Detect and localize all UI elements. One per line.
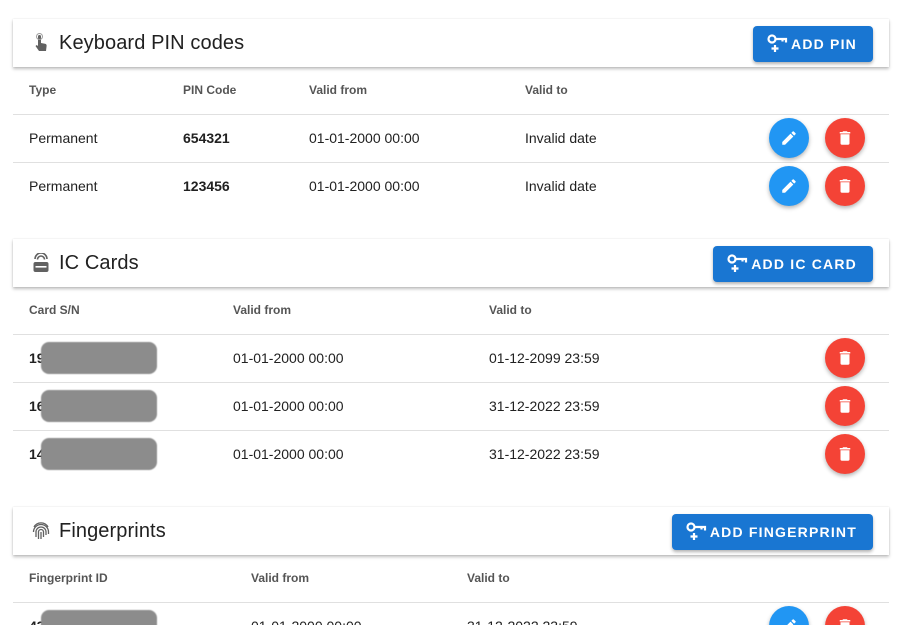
key-plus-icon bbox=[727, 253, 751, 276]
trash-icon bbox=[839, 351, 851, 365]
pin-codes-title: Keyboard PIN codes bbox=[59, 31, 245, 54]
trash-icon bbox=[839, 447, 851, 461]
pin-type: Permanent bbox=[13, 114, 167, 163]
delete-button[interactable] bbox=[825, 606, 865, 625]
trash-icon bbox=[839, 131, 851, 145]
row-actions bbox=[727, 334, 889, 383]
valid-from: 01-01-2000 00:00 bbox=[235, 602, 451, 625]
col-valid-from[interactable]: Valid from bbox=[293, 67, 509, 115]
col-actions bbox=[657, 67, 889, 115]
valid-from: 01-01-2000 00:00 bbox=[217, 382, 473, 431]
pin-codes-header: Keyboard PIN codes ADD PIN bbox=[13, 19, 889, 67]
pin-type: Permanent bbox=[29, 178, 98, 195]
add-fingerprint-button[interactable]: ADD FINGERPRINT bbox=[671, 514, 873, 550]
edit-button[interactable] bbox=[769, 166, 809, 207]
ic-cards-header: IC Cards ADD IC CARD bbox=[13, 239, 889, 287]
pencil-icon bbox=[782, 131, 796, 145]
row-actions bbox=[657, 114, 889, 163]
pin-code: 654321 bbox=[167, 114, 293, 163]
fingerprints-table: Fingerprint ID Valid from Valid to 43 01… bbox=[13, 555, 889, 625]
pencil-icon bbox=[782, 179, 796, 193]
redacted-overlay bbox=[40, 610, 157, 625]
row-actions bbox=[662, 602, 889, 625]
ic-cards-section: IC Cards ADD IC CARD Card S/N Valid from… bbox=[13, 239, 889, 478]
ic-cards-table: Card S/N Valid from Valid to 19 01-01-20… bbox=[13, 287, 889, 478]
col-actions bbox=[662, 555, 889, 603]
key-plus-icon bbox=[767, 33, 791, 56]
delete-button[interactable] bbox=[825, 338, 865, 378]
valid-to: 31-12-2022 23:59 bbox=[489, 446, 600, 463]
trash-icon bbox=[839, 399, 851, 413]
row-actions bbox=[727, 382, 889, 431]
add-pin-button[interactable]: ADD PIN bbox=[753, 26, 873, 62]
ic-cards-title: IC Cards bbox=[59, 251, 139, 274]
table-row: Permanent 654321 01-01-2000 00:00 Invali… bbox=[13, 114, 889, 163]
valid-to: 31-12-2022 23:59 bbox=[451, 602, 662, 625]
pencil-icon bbox=[787, 619, 796, 625]
card-sn: 14 bbox=[13, 430, 217, 478]
valid-from: 01-01-2000 00:00 bbox=[217, 334, 473, 383]
col-fingerprint-id[interactable]: Fingerprint ID bbox=[13, 555, 235, 603]
add-fingerprint-label: ADD FINGERPRINT bbox=[709, 524, 857, 540]
col-type[interactable]: Type bbox=[13, 67, 167, 115]
trash-icon bbox=[839, 179, 851, 193]
valid-to: Invalid date bbox=[525, 178, 597, 195]
fingerprint-icon bbox=[31, 521, 51, 541]
fingerprints-title: Fingerprints bbox=[59, 519, 166, 542]
card-reader-icon bbox=[31, 253, 51, 273]
row-actions bbox=[728, 430, 889, 478]
fingerprint-id: 43 bbox=[13, 602, 235, 625]
table-row: 14 01-01-2000 00:00 31-12-2022 23:59 bbox=[13, 430, 889, 478]
col-valid-to[interactable]: Valid to bbox=[451, 555, 663, 603]
key-plus-icon bbox=[686, 521, 710, 544]
valid-from: 01-01-2000 00:00 bbox=[233, 446, 344, 463]
col-actions bbox=[727, 287, 889, 335]
pin-codes-section: Keyboard PIN codes ADD PIN Type PIN Code… bbox=[13, 19, 889, 210]
table-row: 16 01-01-2000 00:00 31-12-2022 23:59 bbox=[13, 382, 889, 431]
delete-button[interactable] bbox=[825, 386, 865, 426]
edit-button[interactable] bbox=[769, 118, 809, 158]
edit-button[interactable] bbox=[769, 606, 809, 625]
table-row: 43 01-01-2000 00:00 31-12-2022 23:59 bbox=[13, 602, 889, 625]
table-row: Permanent 123456 01-01-2000 00:00 Invali… bbox=[13, 162, 889, 210]
valid-to: 31-12-2022 23:59 bbox=[473, 382, 728, 431]
fingerprints-header: Fingerprints ADD FINGERPRINT bbox=[13, 507, 889, 555]
table-row: 19 01-01-2000 00:00 01-12-2099 23:59 bbox=[13, 334, 889, 383]
pin-code: 123456 bbox=[183, 178, 230, 195]
col-pin-code[interactable]: PIN Code bbox=[167, 67, 293, 115]
col-valid-to[interactable]: Valid to bbox=[473, 287, 728, 335]
valid-from: 01-01-2000 00:00 bbox=[309, 178, 420, 195]
card-sn: 19 bbox=[13, 334, 217, 383]
col-valid-to[interactable]: Valid to bbox=[509, 67, 658, 115]
valid-to: Invalid date bbox=[509, 114, 658, 163]
delete-button[interactable] bbox=[825, 118, 865, 158]
add-pin-label: ADD PIN bbox=[791, 36, 857, 52]
col-valid-from[interactable]: Valid from bbox=[235, 555, 451, 603]
delete-button[interactable] bbox=[825, 166, 865, 207]
touch-icon bbox=[31, 33, 51, 53]
valid-from: 01-01-2000 00:00 bbox=[293, 114, 509, 163]
card-sn: 16 bbox=[13, 382, 217, 431]
row-actions bbox=[658, 162, 889, 210]
redacted-overlay bbox=[40, 390, 157, 422]
add-ic-card-button[interactable]: ADD IC CARD bbox=[713, 246, 873, 282]
pin-codes-table: Type PIN Code Valid from Valid to Perman… bbox=[13, 67, 889, 210]
delete-button[interactable] bbox=[825, 434, 865, 475]
add-ic-card-label: ADD IC CARD bbox=[751, 256, 857, 272]
valid-to: 01-12-2099 23:59 bbox=[473, 334, 728, 383]
redacted-overlay bbox=[40, 438, 157, 471]
trash-icon bbox=[839, 619, 851, 625]
col-valid-from[interactable]: Valid from bbox=[217, 287, 473, 335]
redacted-overlay bbox=[40, 342, 157, 374]
fingerprints-section: Fingerprints ADD FINGERPRINT Fingerprint… bbox=[13, 507, 889, 625]
col-card-sn[interactable]: Card S/N bbox=[13, 287, 217, 335]
